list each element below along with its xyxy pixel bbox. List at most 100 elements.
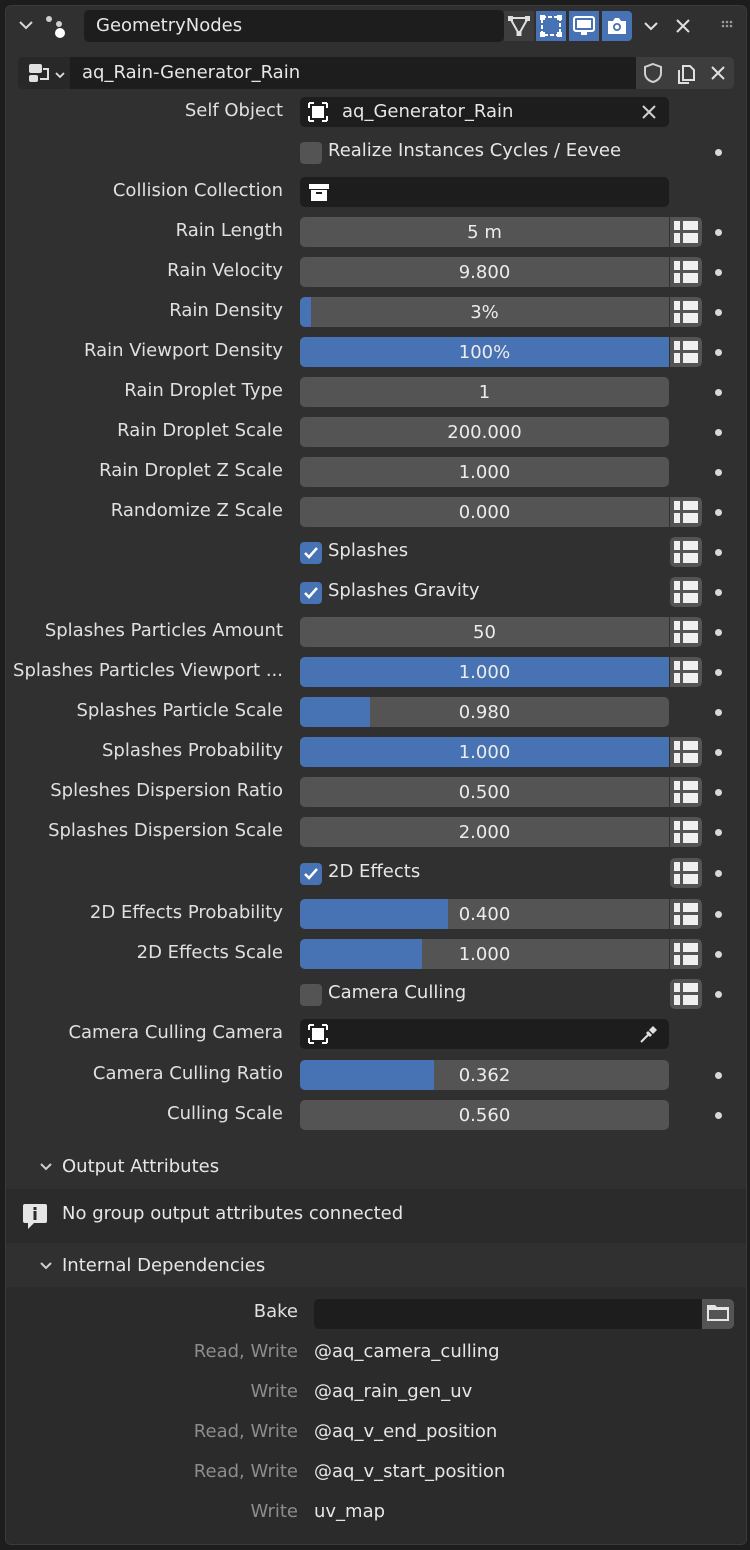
keyframe-dot[interactable]: [715, 229, 722, 236]
node-socket-button[interactable]: [670, 899, 702, 929]
rain-velocity-field[interactable]: 9.800: [300, 257, 669, 287]
rain-length-field[interactable]: 5 m: [300, 217, 669, 247]
node-tree-selector[interactable]: [18, 57, 70, 89]
keyframe-dot[interactable]: [715, 629, 722, 636]
collapse-chevron-icon[interactable]: [16, 15, 36, 35]
self-object-field[interactable]: aq_Generator_Rain: [300, 97, 669, 127]
spleshes-dispersion-ratio-field[interactable]: 0.500: [300, 777, 669, 807]
splashes-checkbox[interactable]: [300, 542, 322, 564]
keyframe-dot[interactable]: [715, 709, 722, 716]
render-camera-icon[interactable]: [602, 11, 632, 41]
rain-droplet-z-scale-value: 1.000: [458, 461, 511, 483]
dependency-access: Read, Write: [193, 1461, 298, 1482]
keyframe-dot[interactable]: [715, 870, 722, 877]
effects-2d-scale-field[interactable]: 1.000: [300, 939, 669, 969]
rain-droplet-scale-field[interactable]: 200.000: [300, 417, 669, 447]
effects-2d-scale-value: 1.000: [458, 943, 511, 965]
eyedropper-icon[interactable]: [638, 1023, 660, 1049]
node-socket-button[interactable]: [670, 497, 702, 527]
node-socket-button[interactable]: [670, 337, 702, 367]
close-icon[interactable]: [668, 11, 698, 41]
keyframe-dot[interactable]: [715, 1112, 722, 1119]
effects-2d-checkbox[interactable]: [300, 863, 322, 885]
modifier-name-field[interactable]: GeometryNodes: [84, 10, 504, 42]
node-socket-button[interactable]: [670, 939, 702, 969]
randomize-z-scale-field[interactable]: 0.000: [300, 497, 669, 527]
fake-user-shield-icon[interactable]: [636, 57, 670, 89]
splashes-particles-amount-field[interactable]: 50: [300, 617, 669, 647]
node-socket-button[interactable]: [670, 777, 702, 807]
keyframe-dot[interactable]: [715, 1072, 722, 1079]
keyframe-dot[interactable]: [715, 589, 722, 596]
splashes-dispersion-scale-field[interactable]: 2.000: [300, 817, 669, 847]
folder-button[interactable]: [702, 1299, 734, 1329]
collision-collection-field[interactable]: [300, 177, 669, 207]
keyframe-dot[interactable]: [715, 789, 722, 796]
culling-scale-field[interactable]: 0.560: [300, 1100, 669, 1130]
dropdown-chevron-icon[interactable]: [636, 11, 666, 41]
node-socket-button[interactable]: [670, 577, 702, 607]
node-socket-button[interactable]: [670, 817, 702, 847]
keyframe-dot[interactable]: [715, 991, 722, 998]
node-socket-button[interactable]: [670, 979, 702, 1009]
keyframe-dot[interactable]: [715, 469, 722, 476]
unlink-icon[interactable]: [702, 57, 734, 89]
rain-viewport-density-value: 100%: [458, 341, 511, 363]
output-attributes-header[interactable]: Output Attributes: [6, 1148, 746, 1186]
keyframe-dot[interactable]: [715, 509, 722, 516]
clear-icon[interactable]: [640, 103, 658, 125]
edit-mode-icon[interactable]: [504, 11, 534, 41]
output-attributes-title: Output Attributes: [62, 1156, 220, 1177]
node-socket-button[interactable]: [670, 297, 702, 327]
effects-2d-probability-label: 2D Effects Probability: [89, 902, 283, 923]
splashes-particles-viewport-value: 1.000: [458, 661, 511, 683]
node-socket-button[interactable]: [670, 657, 702, 687]
effects-2d-probability-value: 0.400: [458, 903, 511, 925]
rain-droplet-type-field[interactable]: 1: [300, 377, 669, 407]
rain-droplet-type-label: Rain Droplet Type: [124, 380, 283, 401]
cage-icon[interactable]: [536, 11, 566, 41]
node-socket-button[interactable]: [670, 217, 702, 247]
keyframe-dot[interactable]: [715, 309, 722, 316]
rain-droplet-z-scale-field[interactable]: 1.000: [300, 457, 669, 487]
keyframe-dot[interactable]: [715, 951, 722, 958]
viewport-display-icon[interactable]: [569, 11, 599, 41]
keyframe-dot[interactable]: [715, 149, 722, 156]
splashes-particle-scale-field[interactable]: 0.980: [300, 697, 669, 727]
keyframe-dot[interactable]: [715, 429, 722, 436]
camera-culling-camera-field[interactable]: [300, 1019, 669, 1049]
bake-path-field[interactable]: [314, 1299, 702, 1329]
keyframe-dot[interactable]: [715, 669, 722, 676]
internal-dependencies-header[interactable]: Internal Dependencies: [6, 1247, 746, 1285]
realize-instances-label: Realize Instances Cycles / Eevee: [328, 140, 622, 161]
keyframe-dot[interactable]: [715, 269, 722, 276]
splashes-gravity-checkbox[interactable]: [300, 582, 322, 604]
node-socket-button[interactable]: [670, 537, 702, 567]
drag-handle-icon[interactable]: [720, 18, 734, 32]
duplicate-icon[interactable]: [670, 57, 702, 89]
rain-viewport-density-field[interactable]: 100%: [300, 337, 669, 367]
splashes-particle-scale-value: 0.980: [458, 701, 511, 723]
keyframe-dot[interactable]: [715, 911, 722, 918]
realize-instances-checkbox[interactable]: [300, 142, 322, 164]
node-group-name-field[interactable]: aq_Rain-Generator_Rain: [70, 57, 636, 89]
keyframe-dot[interactable]: [715, 349, 722, 356]
rain-density-field[interactable]: 3%: [300, 297, 669, 327]
node-socket-button[interactable]: [670, 737, 702, 767]
check-icon: [303, 866, 319, 882]
keyframe-dot[interactable]: [715, 829, 722, 836]
splashes-particles-viewport-field[interactable]: 1.000: [300, 657, 669, 687]
keyframe-dot[interactable]: [715, 749, 722, 756]
collection-icon: [308, 182, 330, 206]
culling-scale-value: 0.560: [458, 1104, 511, 1126]
node-socket-button[interactable]: [670, 257, 702, 287]
rain-density-label: Rain Density: [169, 300, 283, 321]
camera-culling-checkbox[interactable]: [300, 984, 322, 1006]
node-socket-button[interactable]: [670, 858, 702, 888]
camera-culling-ratio-field[interactable]: 0.362: [300, 1060, 669, 1090]
node-socket-button[interactable]: [670, 617, 702, 647]
keyframe-dot[interactable]: [715, 389, 722, 396]
splashes-probability-field[interactable]: 1.000: [300, 737, 669, 767]
keyframe-dot[interactable]: [715, 549, 722, 556]
effects-2d-probability-field[interactable]: 0.400: [300, 899, 669, 929]
